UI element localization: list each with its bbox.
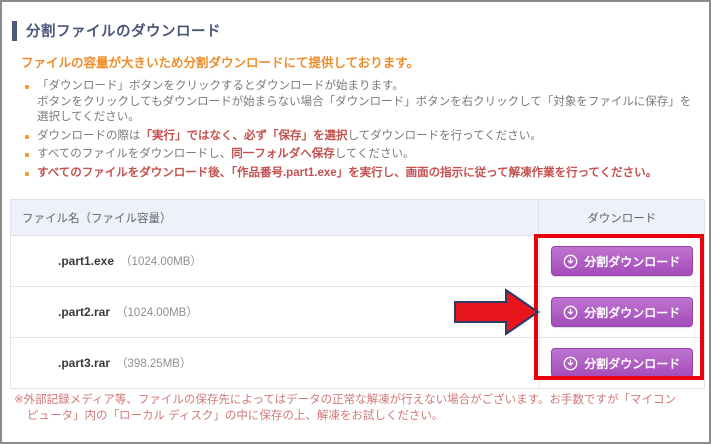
split-download-panel: 分割ファイルのダウンロード ファイルの容量が大きいため分割ダウンロードにて提供し… — [0, 0, 711, 444]
bullet-icon — [25, 134, 29, 139]
download-cell: 分割ダウンロード — [538, 338, 704, 388]
download-icon — [563, 254, 578, 268]
file-size: （398.25MB） — [116, 358, 192, 370]
split-download-button[interactable]: 分割ダウンロード — [550, 246, 693, 276]
download-icon — [563, 305, 578, 319]
bullet-icon — [25, 171, 29, 176]
bullet-icon — [25, 153, 29, 157]
button-label: 分割ダウンロード — [584, 356, 681, 371]
instruction-item: ダウンロードの際は「実行」ではなく、必ず「保存」を選択してダウンロードを行ってく… — [23, 129, 699, 145]
table-header-row: ファイル名（ファイル容量） ダウンロード — [11, 200, 704, 236]
file-name: .part3.rar — [58, 356, 111, 370]
instruction-item: すべてのファイルをダウンロード後、「作品番号.part1.exe」を実行し、画面… — [23, 166, 699, 182]
instruction-text: 「ダウンロード」ボタンをクリックするとダウンロードが始まります。 ボタンをクリッ… — [37, 80, 692, 123]
section-header: 分割ファイルのダウンロード — [12, 20, 221, 41]
instruction-list: 「ダウンロード」ボタンをクリックするとダウンロードが始まります。 ボタンをクリッ… — [23, 79, 699, 184]
instruction-item: 「ダウンロード」ボタンをクリックするとダウンロードが始まります。 ボタンをクリッ… — [23, 79, 699, 126]
table-row: .part2.rar （1024.00MB） 分割ダウンロード — [11, 287, 704, 338]
split-download-button[interactable]: 分割ダウンロード — [550, 297, 693, 327]
file-name: .part2.rar — [58, 305, 111, 319]
download-cell: 分割ダウンロード — [538, 287, 704, 337]
table-row: .part1.exe （1024.00MB） 分割ダウンロード — [11, 236, 704, 287]
filename-cell: .part2.rar （1024.00MB） — [11, 287, 539, 337]
button-label: 分割ダウンロード — [584, 254, 681, 269]
intro-text: ファイルの容量が大きいため分割ダウンロードにて提供しております。 — [21, 56, 420, 70]
page-title: 分割ファイルのダウンロード — [26, 24, 221, 40]
split-download-button[interactable]: 分割ダウンロード — [550, 348, 693, 378]
bullet-icon — [25, 85, 29, 89]
column-header-filename: ファイル名（ファイル容量） — [22, 212, 172, 225]
download-table: ファイル名（ファイル容量） ダウンロード .part1.exe （1024.00M… — [10, 199, 705, 389]
filename-cell: .part1.exe （1024.00MB） — [11, 236, 539, 286]
title-accent-bar — [12, 20, 17, 41]
instruction-item: すべてのファイルをダウンロードし、同一フォルダへ保存してください。 — [23, 147, 699, 163]
footer-note: ※外部記録メディア等、ファイルの保存先によってはデータの正常な解凍が行えない場合… — [14, 394, 677, 422]
button-label: 分割ダウンロード — [584, 305, 681, 320]
file-size: （1024.00MB） — [116, 307, 198, 319]
table-body: .part1.exe （1024.00MB） 分割ダウンロード .part2.rar （… — [11, 236, 704, 388]
file-size: （1024.00MB） — [120, 256, 202, 268]
download-cell: 分割ダウンロード — [538, 236, 704, 286]
file-name: .part1.exe — [58, 254, 115, 268]
table-row: .part3.rar （398.25MB） 分割ダウンロード — [11, 338, 704, 388]
column-header-download: ダウンロード — [538, 200, 704, 235]
filename-cell: .part3.rar （398.25MB） — [11, 338, 539, 388]
download-icon — [563, 356, 578, 370]
instruction-text: すべてのファイルをダウンロードし、同一フォルダへ保存してください。 — [37, 148, 415, 160]
instruction-text: ダウンロードの際は「実行」ではなく、必ず「保存」を選択してダウンロードを行ってく… — [37, 129, 542, 142]
instruction-text: すべてのファイルをダウンロード後、「作品番号.part1.exe」を実行し、画面… — [37, 166, 658, 179]
